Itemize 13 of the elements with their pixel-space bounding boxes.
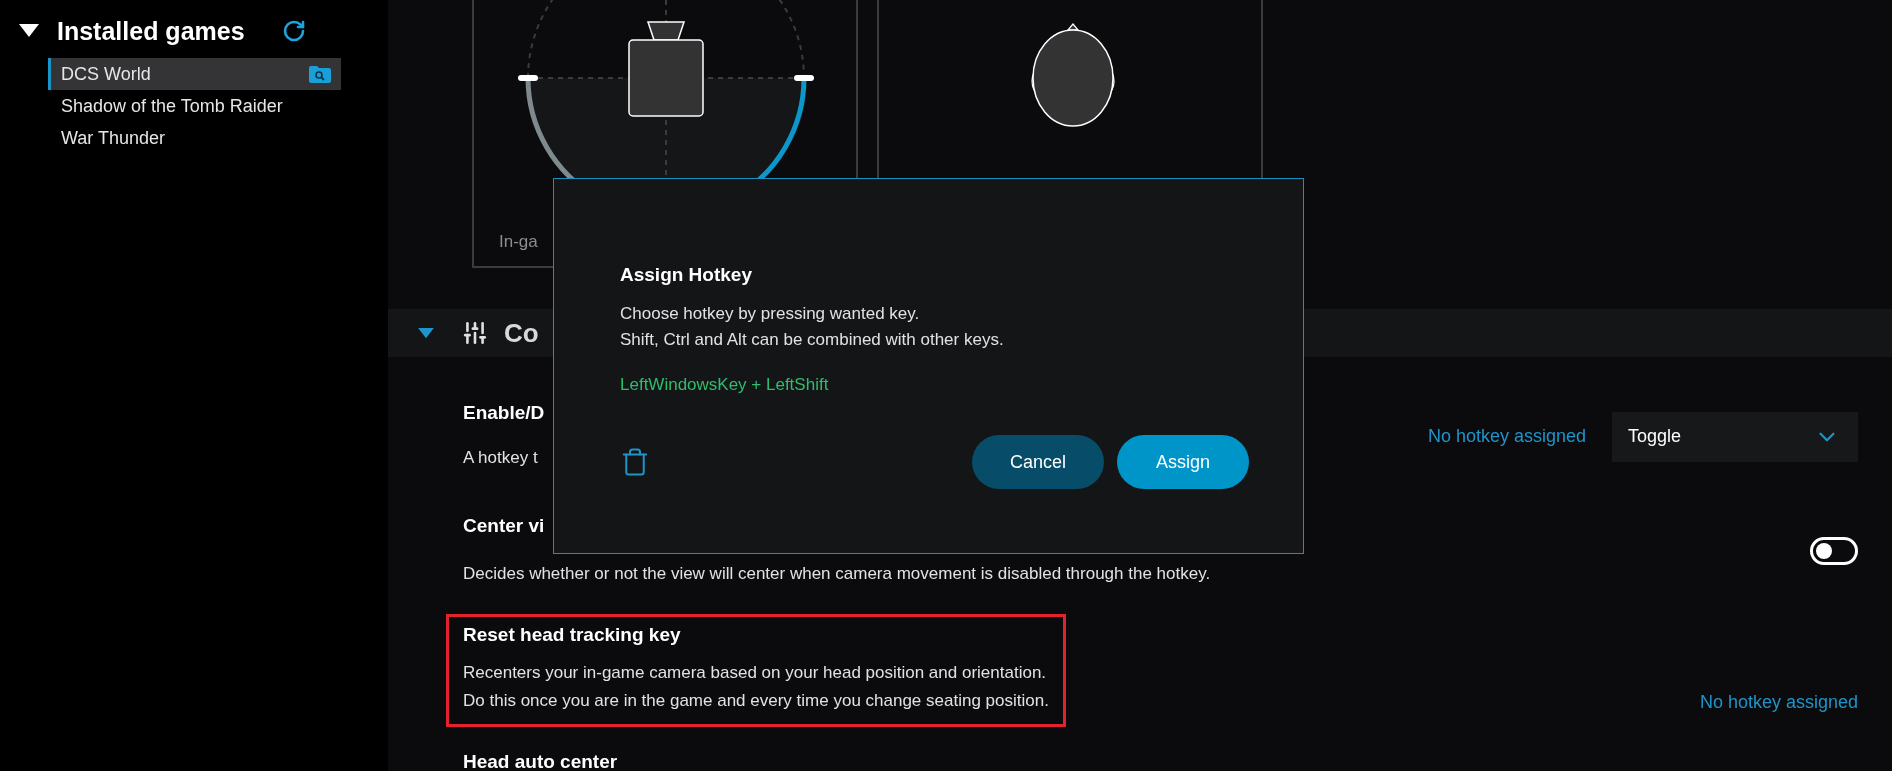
- setting-description: Decides whether or not the view will center when camera movement is disabled through the hotkey.: [463, 563, 1211, 585]
- setting-title: Reset head tracking key: [463, 623, 682, 647]
- section-title: Co: [504, 317, 539, 349]
- setting-description: A hotkey t: [463, 447, 539, 469]
- hotkey-combination: LeftWindowsKey + LeftShift: [620, 375, 830, 395]
- setting-description: Recenters your in-game camera based on your head position and orientation. Do this once you are in the game and every time you change seating position.: [463, 662, 1049, 712]
- dialog-text: Choose hotkey by pressing wanted key. Shift, Ctrl and Alt can be combined with other keys.: [620, 303, 1005, 351]
- dialog-title: Assign Hotkey: [620, 263, 753, 287]
- panel-caption: In-ga: [499, 232, 538, 252]
- setting-title: Head auto center: [463, 751, 618, 771]
- setting-title: Enable/D: [463, 401, 545, 425]
- sidebar-title: Installed games: [57, 16, 246, 46]
- setting-title: Center vi: [463, 514, 546, 538]
